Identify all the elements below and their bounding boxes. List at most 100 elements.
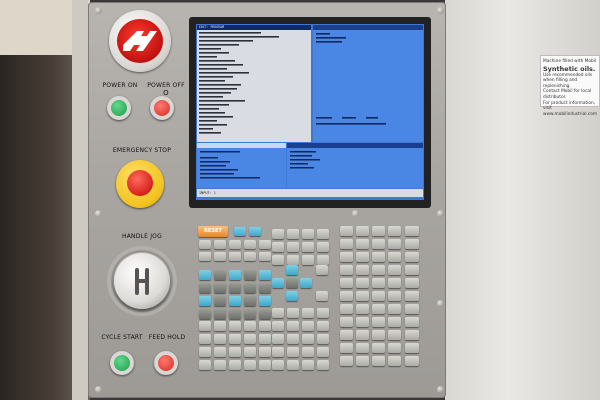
alpha-key[interactable] — [317, 347, 329, 357]
cycle-start-button[interactable] — [114, 355, 130, 371]
alpha-key[interactable] — [405, 330, 419, 340]
mode-key[interactable] — [272, 242, 284, 252]
edit-key[interactable] — [259, 360, 271, 370]
override-key[interactable] — [340, 291, 353, 301]
alpha-key[interactable] — [405, 226, 419, 236]
override-key[interactable] — [388, 304, 401, 314]
alpha-key[interactable] — [287, 360, 299, 370]
override-key[interactable] — [388, 265, 401, 275]
alpha-key[interactable] — [317, 308, 329, 318]
jog-key[interactable] — [244, 283, 256, 293]
edit-key[interactable] — [199, 360, 211, 370]
mode-key[interactable] — [317, 229, 329, 239]
emergency-stop-button[interactable] — [127, 170, 153, 196]
lower-left-pane[interactable] — [197, 143, 286, 188]
jog-key[interactable] — [259, 296, 271, 306]
cursor-key[interactable] — [286, 265, 298, 275]
alpha-key[interactable] — [405, 278, 419, 288]
alpha-key[interactable] — [287, 308, 299, 318]
mode-key[interactable] — [272, 229, 284, 239]
edit-key[interactable] — [214, 321, 226, 331]
jog-key[interactable] — [199, 283, 211, 293]
edit-key[interactable] — [244, 334, 256, 344]
jog-key[interactable] — [244, 296, 256, 306]
function-key[interactable] — [214, 240, 226, 249]
override-key[interactable] — [340, 356, 353, 366]
override-key[interactable] — [372, 226, 385, 236]
override-key[interactable] — [340, 265, 353, 275]
alpha-key[interactable] — [405, 343, 419, 353]
jog-key[interactable] — [244, 270, 256, 280]
edit-key[interactable] — [229, 347, 241, 357]
jog-key[interactable] — [259, 283, 271, 293]
override-key[interactable] — [340, 239, 353, 249]
alpha-key[interactable] — [302, 308, 314, 318]
alpha-key[interactable] — [287, 334, 299, 344]
alpha-key[interactable] — [317, 321, 329, 331]
override-key[interactable] — [356, 356, 369, 366]
power-off-button[interactable] — [154, 100, 170, 116]
alpha-key[interactable] — [405, 304, 419, 314]
override-key[interactable] — [356, 343, 369, 353]
override-key[interactable] — [372, 291, 385, 301]
jog-key[interactable] — [259, 270, 271, 280]
override-key[interactable] — [356, 330, 369, 340]
jog-key[interactable] — [229, 296, 241, 306]
function-key[interactable] — [234, 227, 246, 236]
override-key[interactable] — [372, 330, 385, 340]
alpha-key[interactable] — [405, 239, 419, 249]
jog-key[interactable] — [244, 309, 256, 319]
cursor-key[interactable] — [300, 278, 312, 288]
alpha-key[interactable] — [302, 321, 314, 331]
function-key[interactable] — [259, 240, 271, 249]
override-key[interactable] — [388, 291, 401, 301]
edit-key[interactable] — [199, 347, 211, 357]
override-key[interactable] — [372, 304, 385, 314]
override-key[interactable] — [372, 343, 385, 353]
override-key[interactable] — [388, 278, 401, 288]
jog-key[interactable] — [259, 309, 271, 319]
edit-key[interactable] — [214, 360, 226, 370]
override-key[interactable] — [356, 252, 369, 262]
alpha-key[interactable] — [405, 356, 419, 366]
mode-key[interactable] — [302, 229, 314, 239]
function-key[interactable] — [249, 227, 261, 236]
alpha-key[interactable] — [272, 334, 284, 344]
override-key[interactable] — [388, 226, 401, 236]
input-bar[interactable]: INPUT: 1 — [197, 189, 423, 197]
edit-key[interactable] — [214, 347, 226, 357]
jog-key[interactable] — [199, 270, 211, 280]
lower-right-pane[interactable] — [287, 143, 423, 188]
alpha-key[interactable] — [302, 360, 314, 370]
override-key[interactable] — [340, 330, 353, 340]
handle-jog-knob[interactable] — [114, 253, 170, 309]
edit-key[interactable] — [229, 334, 241, 344]
override-key[interactable] — [356, 317, 369, 327]
edit-key[interactable] — [259, 321, 271, 331]
alpha-key[interactable] — [317, 360, 329, 370]
alpha-key[interactable] — [302, 347, 314, 357]
function-key[interactable] — [259, 252, 271, 261]
program-pane[interactable]: EDIT: PROGRAM — [197, 25, 311, 142]
override-key[interactable] — [372, 239, 385, 249]
alpha-key[interactable] — [272, 360, 284, 370]
override-key[interactable] — [340, 226, 353, 236]
override-key[interactable] — [372, 252, 385, 262]
mode-key[interactable] — [287, 255, 299, 265]
mode-key[interactable] — [287, 242, 299, 252]
page-key[interactable] — [316, 265, 328, 275]
function-key[interactable] — [244, 252, 256, 261]
alpha-key[interactable] — [405, 252, 419, 262]
override-key[interactable] — [340, 304, 353, 314]
override-key[interactable] — [356, 226, 369, 236]
feed-hold-button[interactable] — [158, 355, 174, 371]
jog-key[interactable] — [214, 270, 226, 280]
cursor-key[interactable] — [286, 291, 298, 301]
override-key[interactable] — [356, 291, 369, 301]
override-key[interactable] — [388, 239, 401, 249]
jog-key[interactable] — [199, 296, 211, 306]
edit-key[interactable] — [259, 347, 271, 357]
alpha-key[interactable] — [317, 334, 329, 344]
override-key[interactable] — [356, 239, 369, 249]
override-key[interactable] — [372, 265, 385, 275]
